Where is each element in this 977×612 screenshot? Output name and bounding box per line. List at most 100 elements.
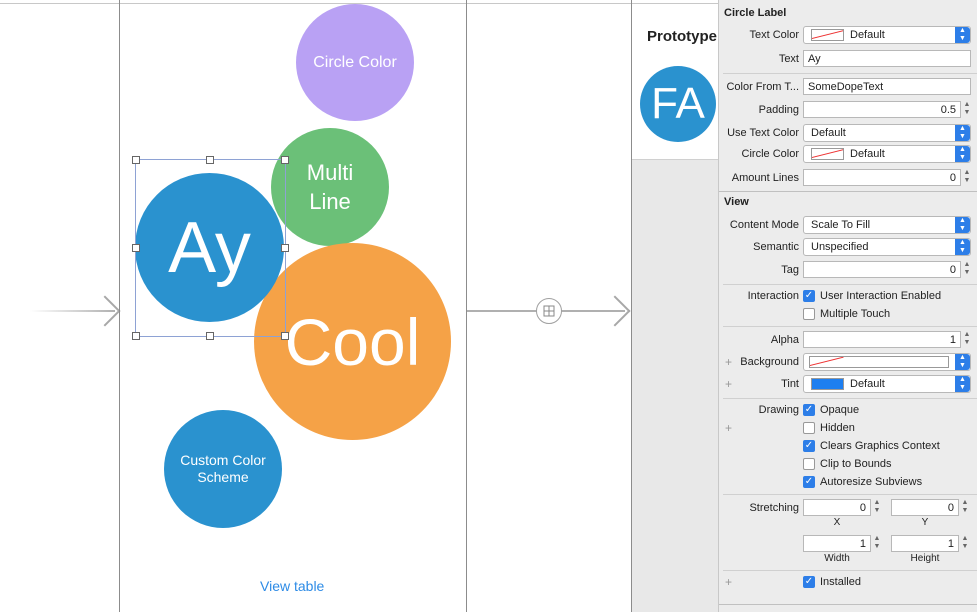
circle-color-label[interactable]: Circle Color bbox=[296, 4, 414, 121]
cool-text: Cool bbox=[284, 304, 421, 379]
resize-handle-bm[interactable] bbox=[206, 332, 214, 340]
multi-line-label[interactable]: Multi Line bbox=[271, 128, 389, 246]
circle-color-value: Default bbox=[850, 148, 885, 160]
stretch-x-field[interactable]: 0 bbox=[803, 499, 871, 516]
user-interaction-checkbox[interactable]: ✓ bbox=[803, 290, 815, 302]
amount-lines-field[interactable]: 0 bbox=[803, 169, 961, 186]
stretch-y-stepper[interactable]: ▲ ▼ bbox=[961, 499, 969, 516]
semantic-label: Semantic bbox=[753, 241, 799, 253]
custom-text-2: Scheme bbox=[197, 469, 249, 485]
prototype-avatar: FA bbox=[640, 66, 716, 142]
text-color-popup[interactable]: Default ▲ ▼ bbox=[803, 26, 971, 44]
chevron-updown-icon: ▲ ▼ bbox=[955, 217, 970, 233]
chevron-updown-icon: ▲ ▼ bbox=[955, 239, 970, 255]
tint-label: Tint bbox=[781, 378, 799, 390]
hidden-checkbox[interactable] bbox=[803, 422, 815, 434]
interaction-label: Interaction bbox=[747, 290, 799, 302]
prototype-avatar-text: FA bbox=[651, 79, 705, 128]
text-label: Text bbox=[778, 53, 799, 65]
color-from-text-label: Color From T... bbox=[726, 81, 799, 93]
autoresize-label: Autoresize Subviews bbox=[820, 476, 923, 488]
text-field[interactable]: Ay bbox=[803, 50, 971, 67]
stretch-y-field[interactable]: 0 bbox=[891, 499, 959, 516]
drawing-label: Drawing bbox=[758, 404, 799, 416]
stretching-label: Stretching bbox=[749, 502, 799, 514]
amount-lines-stepper[interactable]: ▲ ▼ bbox=[963, 169, 971, 186]
circle-label-section-title: Circle Label bbox=[724, 7, 787, 19]
circle-color-prop-label: Circle Color bbox=[741, 148, 799, 160]
use-text-color-value: Default bbox=[811, 127, 846, 139]
use-text-color-label: Use Text Color bbox=[727, 127, 799, 139]
circle-color-popup[interactable]: Default ▲ ▼ bbox=[803, 145, 971, 163]
background-label: Background bbox=[740, 356, 799, 368]
resize-handle-tr[interactable] bbox=[281, 156, 289, 164]
text-color-value: Default bbox=[850, 29, 885, 41]
text-color-label: Text Color bbox=[749, 29, 799, 41]
tag-field[interactable]: 0 bbox=[803, 261, 961, 278]
color-from-text-field[interactable]: SomeDopeText bbox=[803, 78, 971, 95]
attributes-inspector: Circle Label Text Color Default ▲ ▼ Text … bbox=[718, 0, 977, 612]
autoresize-checkbox[interactable]: ✓ bbox=[803, 476, 815, 488]
stretch-width-stepper[interactable]: ▲ ▼ bbox=[873, 535, 881, 552]
tag-stepper[interactable]: ▲ ▼ bbox=[963, 261, 971, 278]
stretch-height-stepper[interactable]: ▲ ▼ bbox=[961, 535, 969, 552]
alpha-label: Alpha bbox=[770, 334, 799, 346]
use-text-color-popup[interactable]: Default ▲ ▼ bbox=[803, 124, 971, 142]
multi-line-text-1: Multi bbox=[306, 160, 354, 185]
segue-icon[interactable] bbox=[536, 298, 562, 324]
add-variation-icon[interactable]: + bbox=[725, 421, 732, 435]
stretch-x-stepper[interactable]: ▲ ▼ bbox=[873, 499, 881, 516]
text-color-swatch bbox=[811, 29, 844, 42]
view-table-link[interactable]: View table bbox=[260, 578, 324, 594]
semantic-popup[interactable]: Unspecified ▲ ▼ bbox=[803, 238, 971, 256]
stretch-height-field[interactable]: 1 bbox=[891, 535, 959, 552]
multiple-touch-checkbox[interactable] bbox=[803, 308, 815, 320]
prototype-cell: Prototype FA bbox=[632, 4, 718, 160]
clip-to-bounds-checkbox[interactable] bbox=[803, 458, 815, 470]
resize-handle-tl[interactable] bbox=[132, 156, 140, 164]
resize-handle-br[interactable] bbox=[281, 332, 289, 340]
segue-arrow-head bbox=[599, 295, 631, 327]
padding-field[interactable]: 0.5 bbox=[803, 101, 961, 118]
prototype-title: Prototype bbox=[647, 28, 718, 45]
background-swatch bbox=[809, 356, 949, 369]
separator bbox=[719, 191, 977, 192]
content-mode-popup[interactable]: Scale To Fill ▲ ▼ bbox=[803, 216, 971, 234]
custom-color-scheme-label[interactable]: Custom Color Scheme bbox=[164, 410, 282, 528]
chevron-updown-icon: ▲ ▼ bbox=[955, 27, 970, 43]
alpha-stepper[interactable]: ▲ ▼ bbox=[963, 331, 971, 348]
opaque-checkbox[interactable]: ✓ bbox=[803, 404, 815, 416]
alpha-field[interactable]: 1 bbox=[803, 331, 961, 348]
padding-stepper[interactable]: ▲ ▼ bbox=[963, 101, 971, 118]
tint-popup[interactable]: Default ▲ ▼ bbox=[803, 375, 971, 393]
resize-handle-bl[interactable] bbox=[132, 332, 140, 340]
add-variation-icon[interactable]: + bbox=[725, 575, 732, 589]
circle-color-text: Circle Color bbox=[313, 53, 397, 71]
scene-left-border bbox=[119, 0, 120, 612]
background-popup[interactable]: ▲ ▼ bbox=[803, 353, 971, 371]
chevron-updown-icon: ▲ ▼ bbox=[955, 146, 970, 162]
user-interaction-label: User Interaction Enabled bbox=[820, 290, 942, 302]
content-mode-value: Scale To Fill bbox=[811, 219, 871, 231]
separator bbox=[723, 570, 977, 571]
resize-handle-tm[interactable] bbox=[206, 156, 214, 164]
tint-swatch bbox=[811, 378, 844, 391]
installed-checkbox[interactable]: ✓ bbox=[803, 576, 815, 588]
installed-label: Installed bbox=[820, 576, 861, 588]
separator bbox=[723, 398, 977, 399]
prototype-scene[interactable]: Prototype FA bbox=[632, 4, 718, 612]
hidden-label: Hidden bbox=[820, 422, 855, 434]
clears-graphics-checkbox[interactable]: ✓ bbox=[803, 440, 815, 452]
resize-handle-mr[interactable] bbox=[281, 244, 289, 252]
chevron-updown-icon: ▲ ▼ bbox=[955, 354, 970, 370]
stretch-x-caption: X bbox=[833, 517, 841, 528]
tag-label: Tag bbox=[781, 264, 799, 276]
separator bbox=[723, 73, 977, 74]
clip-to-bounds-label: Clip to Bounds bbox=[820, 458, 892, 470]
separator bbox=[719, 604, 977, 605]
stretch-width-field[interactable]: 1 bbox=[803, 535, 871, 552]
storyboard-canvas[interactable]: Circle Color Multi Line Cool Ay Custom C… bbox=[0, 0, 718, 612]
stretch-width-caption: Width bbox=[824, 553, 850, 564]
resize-handle-ml[interactable] bbox=[132, 244, 140, 252]
circle-color-swatch bbox=[811, 148, 844, 161]
